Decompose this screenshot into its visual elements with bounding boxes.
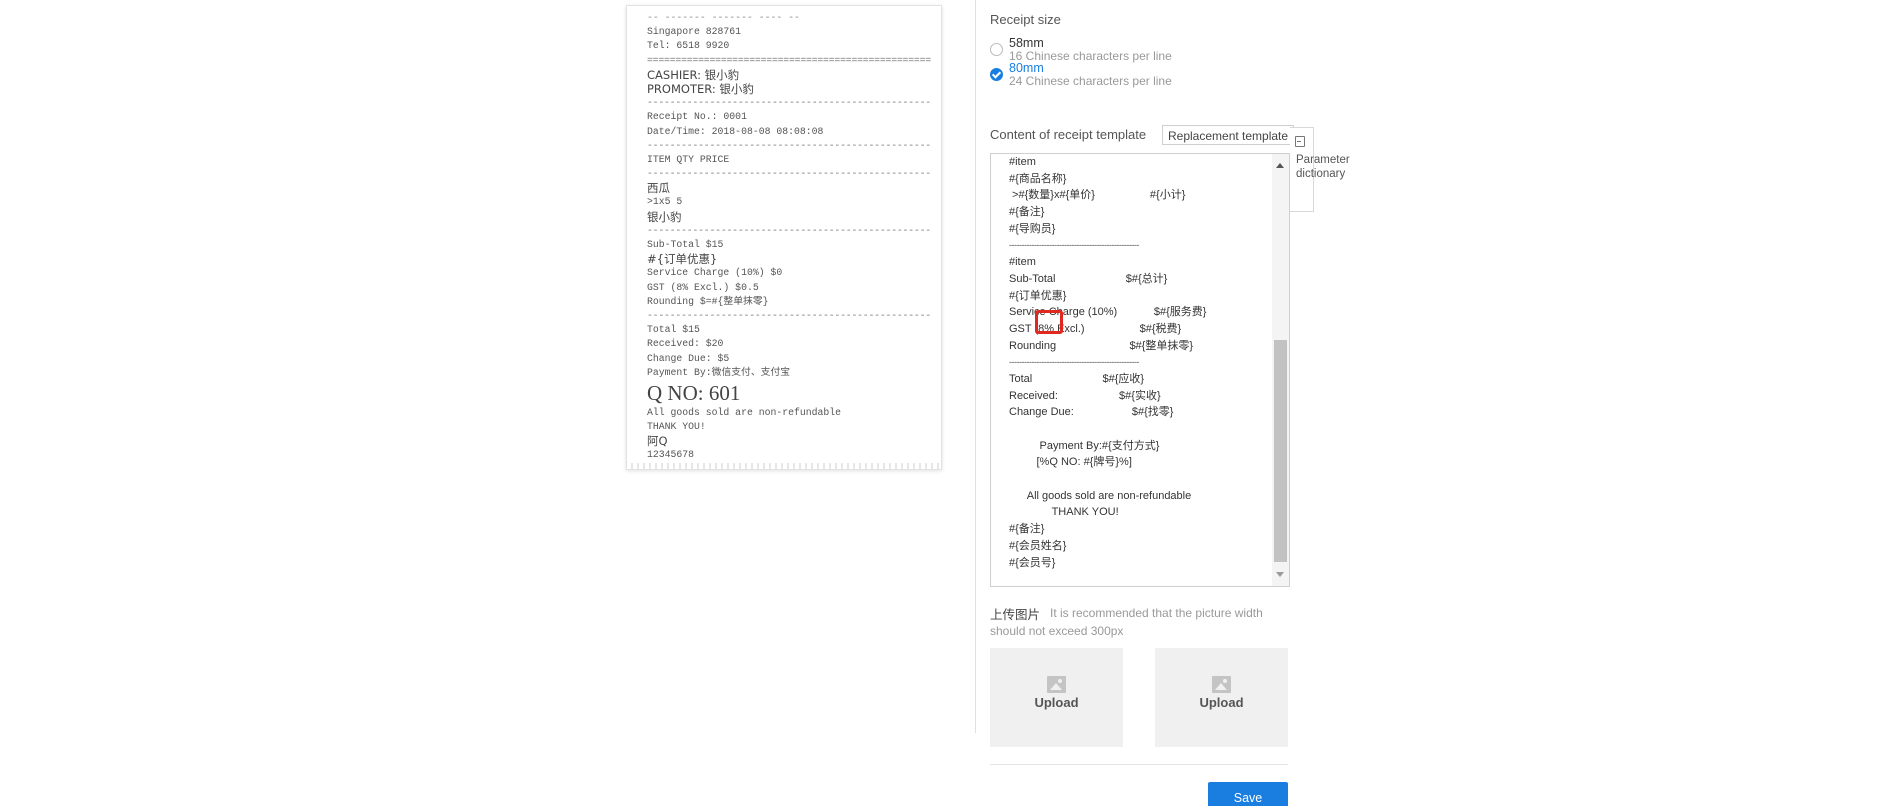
receipt-line: ITEM QTY PRICE (647, 153, 730, 165)
annotation-highlight-box (1035, 310, 1063, 334)
scrollbar-thumb[interactable] (1274, 340, 1287, 562)
receipt-line: Date/Time: 2018-08-08 08:08:08 (647, 125, 824, 137)
receipt-line: Service Charge (10%) $0 (647, 267, 783, 279)
upload-image-label: 上传图片 (990, 608, 1041, 622)
template-line: #{备注} (1009, 523, 1045, 536)
template-line: Change Due: $#{找零} (1009, 406, 1174, 419)
template-line: #{商品名称} (1009, 172, 1067, 185)
receipt-torn-edge (627, 463, 941, 469)
template-line: Received: $#{实收} (1009, 389, 1161, 402)
receipt-rule: ----------------------------------------… (647, 97, 931, 109)
receipt-size-option-80mm[interactable]: 80mm 24 Chinese characters per line (990, 62, 1172, 88)
receipt-line: -- ------- ------- ---- -- (647, 12, 800, 23)
receipt-rule: ========================================… (647, 54, 931, 66)
image-placeholder-icon (1212, 676, 1231, 693)
receipt-rule: ----------------------------------------… (647, 139, 931, 151)
receipt-line: GST (8% Excl.) $0.5 (647, 281, 759, 293)
receipt-line: THANK YOU! (647, 421, 706, 433)
template-line (1009, 471, 1264, 488)
template-line: #{导购员} (1009, 222, 1056, 235)
receipt-line: Total $15 (647, 324, 700, 336)
upload-label: Upload (1034, 695, 1079, 710)
receipt-line: Singapore 828761 (647, 26, 742, 38)
receipt-rule: ----------------------------------------… (647, 309, 931, 321)
template-editor[interactable]: #item #{商品名称} >#{数量}x#{单价} #{小计} #{备注} #… (990, 153, 1290, 587)
template-line: Total $#{应收} (1009, 372, 1145, 385)
receipt-line: >1x5 5 (647, 196, 683, 208)
receipt-line: Receipt No.: 0001 (647, 111, 747, 123)
template-line: #{会员号} (1009, 556, 1056, 569)
image-placeholder-icon (1047, 676, 1066, 693)
template-line: #item (1009, 256, 1036, 269)
receipt-queue-number: Q NO: 601 (647, 380, 741, 405)
template-scrollbar[interactable] (1272, 154, 1289, 586)
replacement-template-button[interactable]: Replacement template (1162, 125, 1295, 145)
template-line: #{备注} (1009, 206, 1045, 219)
upload-hint: should not exceed 300px (990, 624, 1124, 638)
receipt-rule: ----------------------------------------… (647, 168, 931, 180)
template-line: #{订单优惠} (1009, 289, 1067, 302)
receipt-size-label: Receipt size (990, 12, 1061, 27)
template-line: ----------------------------------------… (1009, 357, 1139, 368)
scroll-up-arrow-icon[interactable] (1276, 163, 1284, 168)
receipt-line: Payment By:微信支付、支付宝 (647, 366, 791, 378)
receipt-line: 西瓜 (647, 181, 670, 196)
template-line: Rounding $#{整单抹零} (1009, 339, 1194, 352)
upload-label: Upload (1199, 695, 1244, 710)
receipt-content: -- ------- ------- ---- -- Singapore 828… (647, 11, 937, 463)
receipt-line: #{订单优惠} (647, 252, 718, 267)
receipt-line: 阿Q (647, 434, 668, 449)
receipt-line: 12345678 (647, 449, 695, 461)
receipt-rule: ----------------------------------------… (647, 224, 931, 236)
receipt-line: Sub-Total $15 (647, 239, 724, 250)
receipt-line: Rounding $=#{整单抹零} (647, 295, 769, 307)
upload-tile-1[interactable]: Upload (990, 648, 1123, 747)
template-line: >#{数量}x#{单价} #{小计} (1009, 189, 1186, 202)
template-label: Content of receipt template (990, 127, 1147, 142)
scroll-down-arrow-icon[interactable] (1276, 572, 1284, 577)
template-line: Sub-Total $#{总计} (1009, 272, 1168, 285)
save-button[interactable]: Save (1208, 782, 1288, 806)
receipt-size-option-58mm[interactable]: 58mm 16 Chinese characters per line (990, 37, 1172, 63)
receipt-line: All goods sold are non-refundable (647, 406, 842, 418)
upload-hint: It is recommended that the picture width (1050, 606, 1263, 620)
option-description: 24 Chinese characters per line (1009, 74, 1172, 88)
template-line (1009, 421, 1264, 438)
receipt-line: Change Due: $5 (647, 352, 730, 364)
template-line: All goods sold are non-refundable (1009, 489, 1192, 502)
section-divider (990, 764, 1288, 765)
radio-checked-icon[interactable] (990, 68, 1003, 81)
template-line: Payment By:#{支付方式} (1009, 439, 1160, 452)
receipt-line: Received: $20 (647, 338, 724, 350)
receipt-line: PROMOTER: 银小豹 (647, 81, 754, 96)
receipt-line: CASHIER: 银小豹 (647, 67, 740, 82)
panel-divider (975, 0, 976, 733)
template-line: ----------------------------------------… (1009, 240, 1139, 251)
book-icon (1295, 136, 1305, 147)
template-line: [%Q NO: #{牌号}%] (1009, 456, 1132, 469)
parameter-dictionary-label[interactable]: Parameter dictionary (1296, 153, 1366, 181)
receipt-line: 银小豹 (647, 209, 682, 224)
template-line: #{会员姓名} (1009, 539, 1067, 552)
receipt-preview: -- ------- ------- ---- -- Singapore 828… (626, 5, 942, 470)
template-line: #item (1009, 156, 1036, 168)
receipt-line: Tel: 6518 9920 (647, 40, 730, 52)
radio-unchecked-icon[interactable] (990, 43, 1003, 56)
template-text[interactable]: #item #{商品名称} >#{数量}x#{单价} #{小计} #{备注} #… (1009, 154, 1264, 571)
upload-tile-2[interactable]: Upload (1155, 648, 1288, 747)
template-line: THANK YOU! (1009, 506, 1119, 519)
